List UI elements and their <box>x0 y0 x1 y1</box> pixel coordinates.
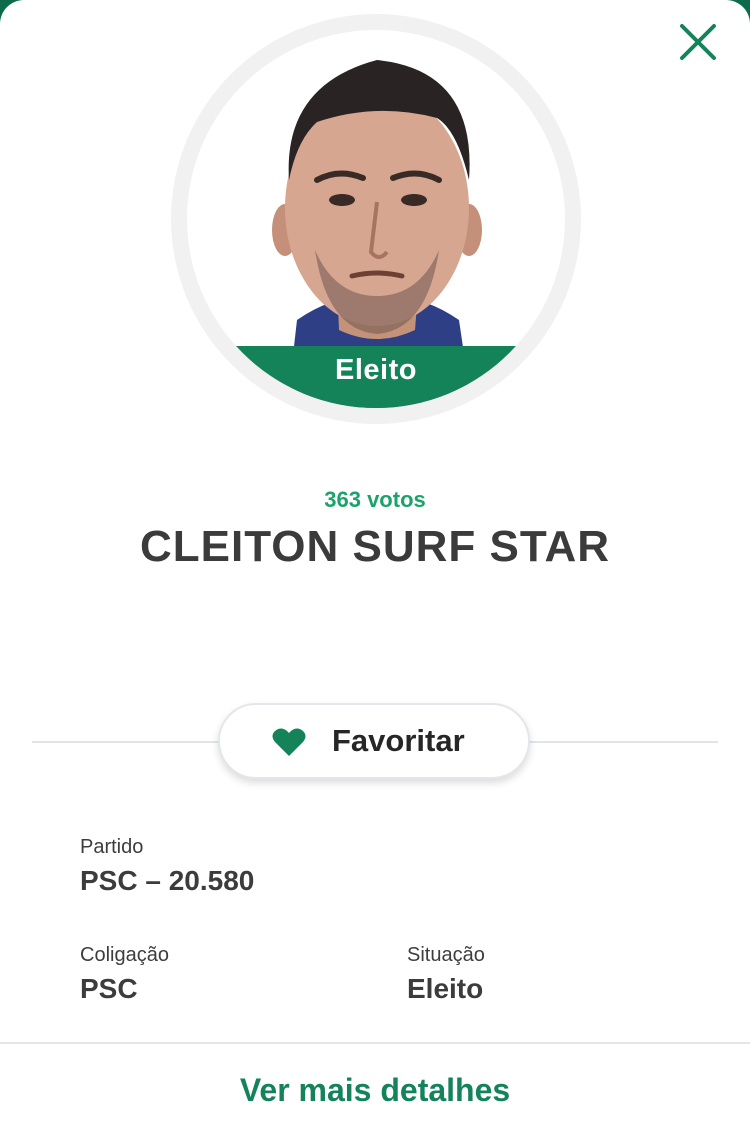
divider <box>32 741 222 743</box>
heart-icon <box>272 728 306 756</box>
favorite-button[interactable]: Favoritar <box>218 703 530 779</box>
situation-value: Eleito <box>407 973 484 1004</box>
candidate-detail-sheet: Eleito 363 votos CLEITON SURF STAR Favor… <box>0 0 750 1135</box>
situation-label: Situação <box>407 944 485 966</box>
status-badge: Eleito <box>187 346 565 408</box>
coalition-value: PSC <box>80 973 138 1004</box>
coalition-label: Coligação <box>80 944 169 966</box>
candidate-name: CLEITON SURF STAR <box>139 522 611 571</box>
divider <box>528 741 718 743</box>
divider <box>0 1042 750 1044</box>
party-value: PSC – 20.580 <box>80 865 255 896</box>
candidate-avatar: Eleito <box>171 14 581 424</box>
avatar-frame: Eleito <box>187 30 565 408</box>
vote-count: 363 votos <box>324 487 426 512</box>
favorite-label: Favoritar <box>332 723 465 758</box>
close-button[interactable] <box>672 16 724 68</box>
close-icon <box>680 24 716 60</box>
more-details-link[interactable]: Ver mais detalhes <box>0 1072 750 1109</box>
party-label: Partido <box>80 836 144 858</box>
